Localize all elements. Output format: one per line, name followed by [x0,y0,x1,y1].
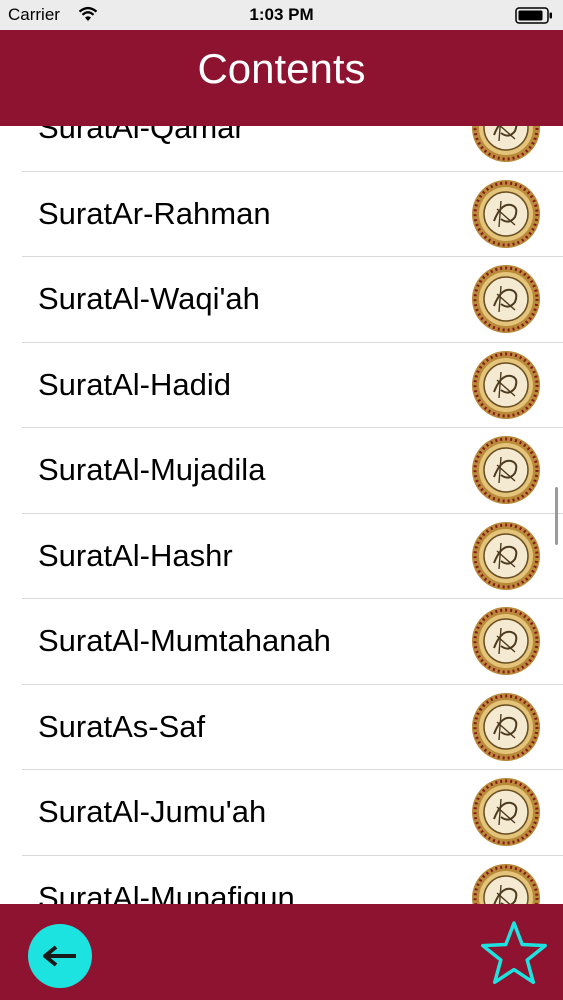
bottom-toolbar [0,904,563,1000]
battery-icon [515,7,552,24]
quran-medallion-icon [471,692,541,762]
list-item[interactable]: SuratAs-Saf [22,685,563,770]
favorite-button[interactable] [479,920,549,988]
list-item-label: SuratAs-Saf [38,708,206,744]
back-button[interactable] [28,924,92,988]
scroll-indicator[interactable] [555,487,558,545]
quran-medallion-icon [471,179,541,249]
page-title: Contents [197,45,366,92]
list-item[interactable]: SuratAl-Jumu'ah [22,770,563,856]
quran-medallion-icon [471,863,541,904]
status-time: 1:03 PM [249,5,314,24]
list-item-label: SuratAl-Mujadila [38,452,266,488]
status-bar: Carrier 1:03 PM [0,0,563,30]
list-item[interactable]: SuratAl-Mumtahanah [22,599,563,685]
list-item-label: SuratAl-Mumtahanah [38,623,331,659]
list-item-label: SuratAl-Hashr [38,537,233,573]
list-item-label: SuratAl-Munafiqun [38,879,295,904]
list-item-label: SuratAl-Qamar [38,126,245,146]
quran-medallion-icon [471,606,541,676]
contents-list-items: SuratAl-Qamar SuratAr-Rahman SuratAl-Waqi'… [0,126,563,904]
list-item-label: SuratAl-Hadid [38,366,231,402]
quran-medallion-icon [471,264,541,334]
list-item[interactable]: SuratAl-Qamar [22,126,563,172]
star-icon [481,921,547,985]
arrow-left-icon [43,945,76,967]
list-item[interactable]: SuratAl-Hadid [22,343,563,428]
list-item-label: SuratAl-Waqi'ah [38,281,260,317]
header: Contents [0,30,563,126]
list-item[interactable]: SuratAl-Munafiqun [22,856,563,904]
list-item[interactable]: SuratAl-Hashr [22,514,563,599]
quran-medallion-icon [471,435,541,505]
list-item[interactable]: SuratAr-Rahman [22,172,563,257]
contents-list[interactable]: SuratAl-Qamar SuratAr-Rahman SuratAl-Waqi'… [0,126,563,904]
quran-medallion-icon [471,350,541,420]
quran-medallion-icon [471,126,541,163]
list-item[interactable]: SuratAl-Waqi'ah [22,257,563,343]
list-item-label: SuratAl-Jumu'ah [38,794,267,830]
quran-medallion-icon [471,777,541,847]
quran-medallion-icon [471,521,541,591]
list-item-label: SuratAr-Rahman [38,195,271,231]
list-item[interactable]: SuratAl-Mujadila [22,428,563,514]
